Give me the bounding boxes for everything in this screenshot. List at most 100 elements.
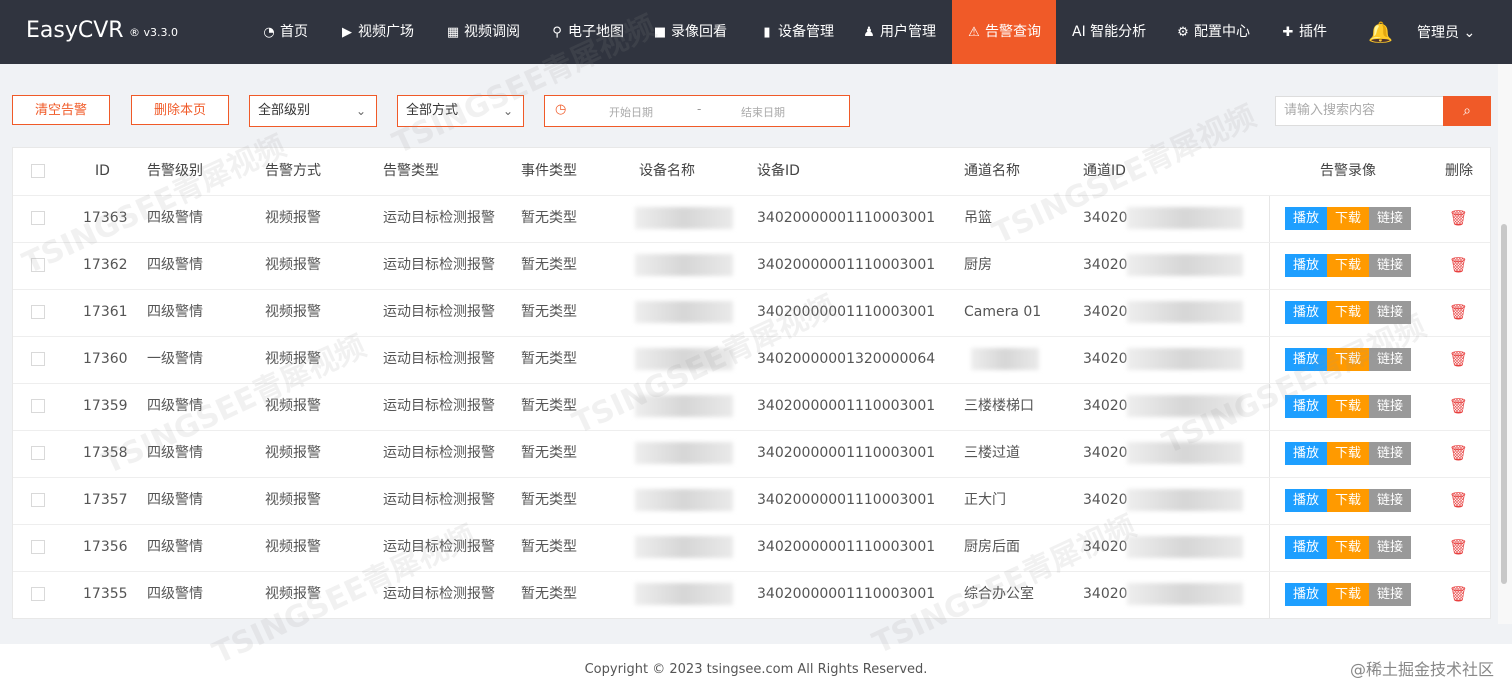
nav-item-10[interactable]: ✚ 插件 [1281,0,1327,64]
play-button[interactable]: 播放 [1285,348,1327,371]
row-checkbox[interactable] [31,305,45,319]
play-circle-icon: ▶ [342,25,352,40]
download-button[interactable]: 下载 [1327,348,1369,371]
user-icon: ♟ [863,25,875,40]
nav-item-label: 首页 [280,24,308,40]
table-row[interactable]: 17357 四级警情 视频报警 运动目标检测报警 暂无类型 340200000011100… [13,477,1490,525]
table-header: ID 告警级别 告警方式 告警类型 事件类型 设备名称 设备ID 通道名称 通道ID 告警录像 删除 [13,148,1490,196]
link-button[interactable]: 链接 [1369,583,1411,606]
download-button[interactable]: 下载 [1327,583,1369,606]
link-button[interactable]: 链接 [1369,301,1411,324]
delete-page-button[interactable]: 删除本页 [131,95,229,125]
search-input[interactable]: 请输入搜索内容 [1275,96,1443,126]
bell-icon[interactable]: 🔔 [1368,20,1393,44]
link-button[interactable]: 链接 [1369,348,1411,371]
cell-device-id: 34020000001320000064 [757,351,936,367]
row-checkbox[interactable] [31,587,45,601]
method-select[interactable]: 全部方式 ⌄ [397,95,524,127]
table-row[interactable]: 17361 四级警情 视频报警 运动目标检测报警 暂无类型 340200000011100… [13,289,1490,337]
play-button[interactable]: 播放 [1285,301,1327,324]
date-range-picker[interactable]: ◷ 开始日期 - 结束日期 [544,95,850,127]
cell-device-id: 34020000001110003001 [757,210,936,226]
row-checkbox[interactable] [31,399,45,413]
select-all-checkbox[interactable] [31,164,45,178]
row-checkbox[interactable] [31,493,45,507]
download-button[interactable]: 下载 [1327,489,1369,512]
download-button[interactable]: 下载 [1327,301,1369,324]
trash-icon[interactable]: 🗑 [1449,477,1468,524]
nav-item-8[interactable]: AI 智能分析 [1072,0,1146,64]
end-date-input[interactable]: 结束日期 [741,104,785,120]
table-row[interactable]: 17359 四级警情 视频报警 运动目标检测报警 暂无类型 340200000011100… [13,383,1490,431]
download-button[interactable]: 下载 [1327,536,1369,559]
play-button[interactable]: 播放 [1285,583,1327,606]
trash-icon[interactable]: 🗑 [1449,571,1468,618]
download-button[interactable]: 下载 [1327,395,1369,418]
record-actions: 播放 下载 链接 [1285,301,1411,324]
cell-method: 视频报警 [265,445,321,461]
play-button[interactable]: 播放 [1285,395,1327,418]
download-button[interactable]: 下载 [1327,442,1369,465]
level-select[interactable]: 全部级别 ⌄ [249,95,377,127]
cell-level: 一级警情 [147,351,203,367]
nav-item-9[interactable]: ⚙ 配置中心 [1176,0,1250,64]
nav-item-4[interactable]: ■ 录像回看 [653,0,727,64]
link-button[interactable]: 链接 [1369,442,1411,465]
start-date-input[interactable]: 开始日期 [609,104,653,120]
play-button[interactable]: 播放 [1285,442,1327,465]
table-row[interactable]: 17356 四级警情 视频报警 运动目标检测报警 暂无类型 340200000011100… [13,524,1490,572]
table-row[interactable]: 17363 四级警情 视频报警 运动目标检测报警 暂无类型 340200000011100… [13,195,1490,243]
download-button[interactable]: 下载 [1327,254,1369,277]
nav-item-5[interactable]: ▮ 设备管理 [760,0,834,64]
row-checkbox[interactable] [31,540,45,554]
record-actions: 播放 下载 链接 [1285,489,1411,512]
user-menu[interactable]: 管理员 ⌄ [1417,22,1475,42]
link-button[interactable]: 链接 [1369,254,1411,277]
cell-channel-name: 三楼楼梯口 [964,398,1034,414]
row-checkbox[interactable] [31,446,45,460]
trash-icon[interactable]: 🗑 [1449,430,1468,477]
download-button[interactable]: 下载 [1327,207,1369,230]
link-button[interactable]: 链接 [1369,207,1411,230]
chevron-down-icon: ⌄ [355,104,366,118]
redacted-channel-name [971,348,1039,370]
row-checkbox[interactable] [31,211,45,225]
copyright-text: Copyright © 2023 tsingsee.com All Rights… [584,662,928,677]
play-button[interactable]: 播放 [1285,536,1327,559]
nav-item-0[interactable]: ◔ 首页 [262,0,308,64]
play-button[interactable]: 播放 [1285,489,1327,512]
link-button[interactable]: 链接 [1369,395,1411,418]
play-button[interactable]: 播放 [1285,207,1327,230]
trash-icon[interactable]: 🗑 [1449,195,1468,242]
brand-logo[interactable]: EasyCVR [26,18,124,43]
nav-item-7[interactable]: ⚠ 告警查询 [952,0,1056,64]
search-button[interactable]: ⌕ [1443,96,1491,126]
clear-alarms-button[interactable]: 清空告警 [12,95,110,125]
nav-item-label: 视频调阅 [464,24,520,40]
cell-event: 暂无类型 [521,351,577,367]
trash-icon[interactable]: 🗑 [1449,524,1468,571]
link-button[interactable]: 链接 [1369,536,1411,559]
row-checkbox[interactable] [31,258,45,272]
trash-icon[interactable]: 🗑 [1449,336,1468,383]
cell-type: 运动目标检测报警 [383,257,495,273]
table-row[interactable]: 17358 四级警情 视频报警 运动目标检测报警 暂无类型 340200000011100… [13,430,1490,478]
trash-icon[interactable]: 🗑 [1449,242,1468,289]
table-row[interactable]: 17355 四级警情 视频报警 运动目标检测报警 暂无类型 340200000011100… [13,571,1490,618]
table-row[interactable]: 17362 四级警情 视频报警 运动目标检测报警 暂无类型 340200000011100… [13,242,1490,290]
link-button[interactable]: 链接 [1369,489,1411,512]
cell-method: 视频报警 [265,398,321,414]
scrollbar-thumb[interactable] [1501,224,1507,584]
nav-item-1[interactable]: ▶ 视频广场 [340,0,414,64]
trash-icon[interactable]: 🗑 [1449,383,1468,430]
trash-icon[interactable]: 🗑 [1449,289,1468,336]
nav-item-6[interactable]: ♟ 用户管理 [862,0,936,64]
nav-item-3[interactable]: ⚲ 电子地图 [550,0,624,64]
scrollbar[interactable] [1498,64,1512,624]
cell-id: 17362 [83,257,128,273]
table-row[interactable]: 17360 一级警情 视频报警 运动目标检测报警 暂无类型 340200000013200… [13,336,1490,384]
column-header: 设备名称 [639,163,695,179]
nav-item-2[interactable]: ▦ 视频调阅 [446,0,520,64]
play-button[interactable]: 播放 [1285,254,1327,277]
row-checkbox[interactable] [31,352,45,366]
